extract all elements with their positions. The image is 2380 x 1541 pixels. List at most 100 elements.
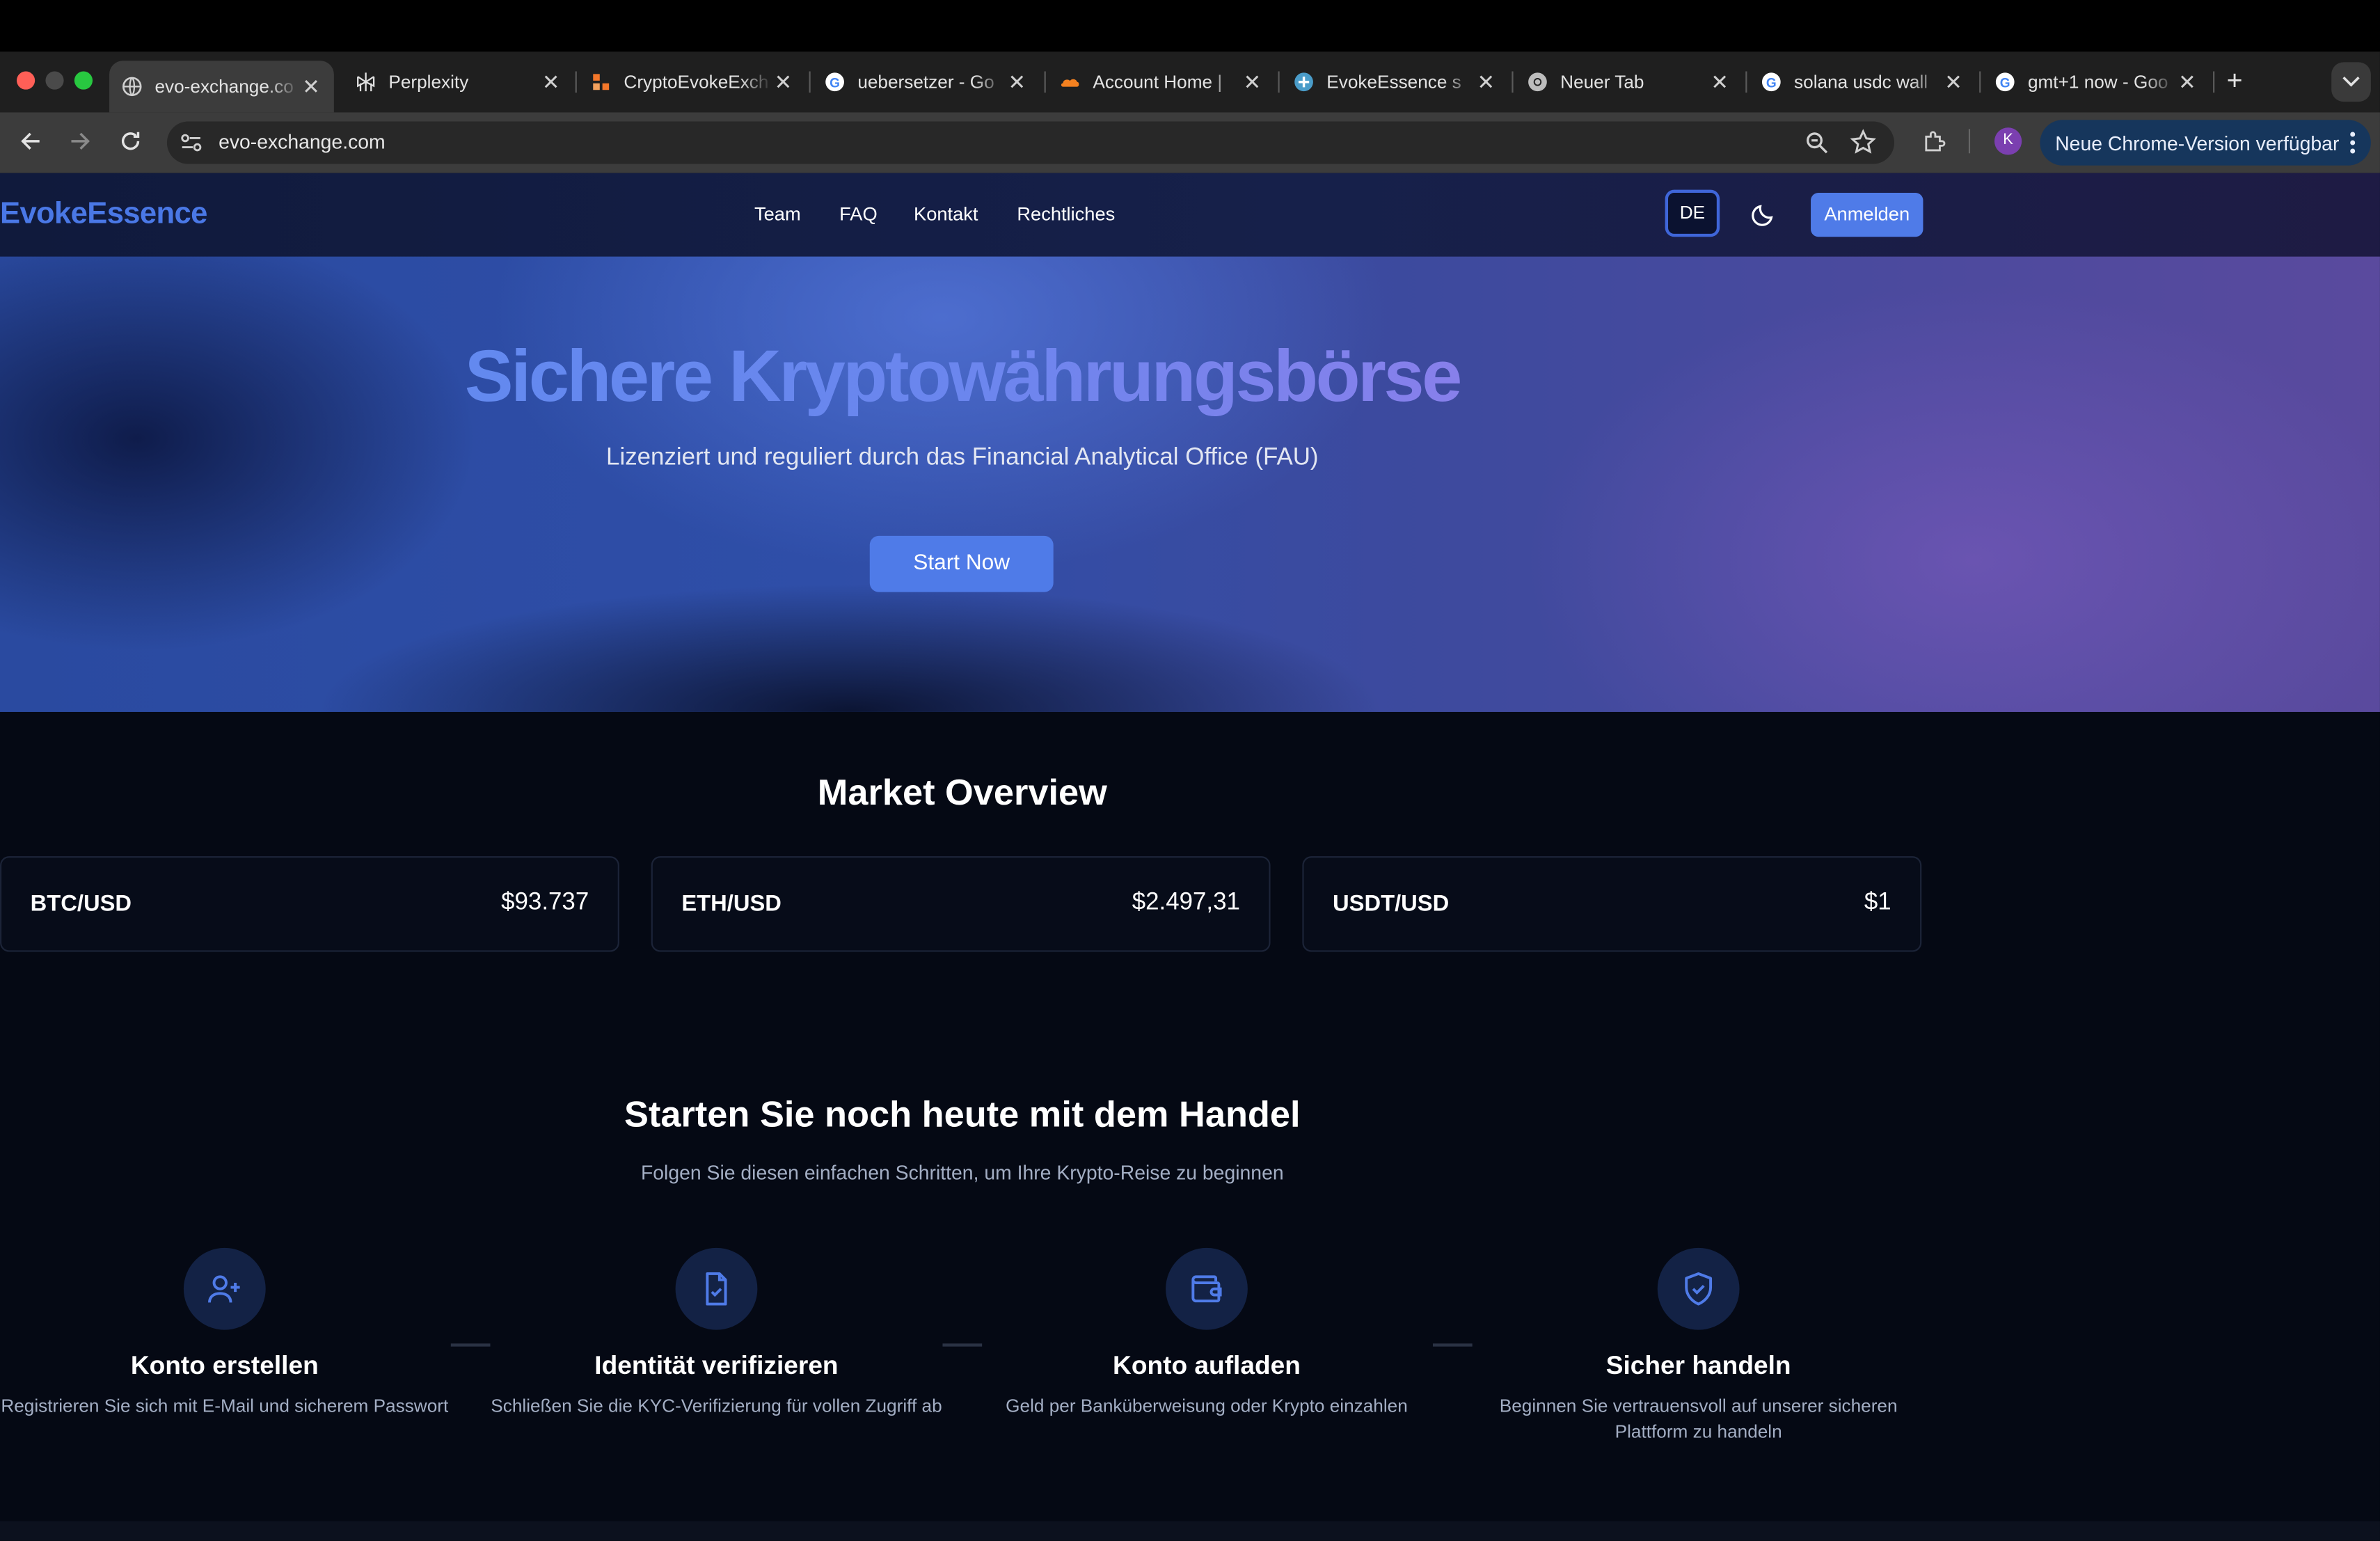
step-title: Konto aufladen bbox=[1113, 1351, 1301, 1380]
step-title: Sicher handeln bbox=[1605, 1351, 1791, 1380]
step-connector bbox=[450, 1343, 491, 1347]
close-tab-icon[interactable]: ✕ bbox=[301, 74, 322, 100]
close-tab-icon[interactable]: ✕ bbox=[1709, 69, 1731, 95]
hero-title: Sichere Kryptowährungsbörse bbox=[0, 335, 1925, 419]
nav-link-team[interactable]: Team bbox=[754, 203, 801, 225]
pair-price: $1 bbox=[1864, 890, 1891, 916]
nav-link-rechtliches[interactable]: Rechtliches bbox=[1017, 203, 1115, 225]
web-page: EvokeEssence Team FAQ Kontakt Rechtliche… bbox=[0, 173, 2380, 1541]
tab-perplexity[interactable]: Perplexity ✕ bbox=[355, 62, 562, 102]
step-description: Beginnen Sie vertrauensvoll auf unserer … bbox=[1499, 1395, 1898, 1441]
site-info-icon[interactable] bbox=[179, 131, 203, 163]
tab-title: Neuer Tab bbox=[1560, 71, 1644, 93]
close-window-button[interactable] bbox=[16, 71, 35, 90]
profile-avatar[interactable]: K bbox=[1994, 127, 2022, 155]
close-tab-icon[interactable]: ✕ bbox=[1475, 69, 1497, 95]
market-card-btc[interactable]: BTC/USD $93.737 bbox=[0, 856, 619, 952]
step-description: Geld per Banküberweisung oder Krypto ein… bbox=[1006, 1395, 1408, 1416]
tab-title: uebersetzer - Go bbox=[857, 71, 994, 93]
step-connector bbox=[1432, 1343, 1473, 1347]
tab-cryptoevoke[interactable]: CryptoEvokeExch ✕ bbox=[590, 62, 793, 102]
tab-gmt[interactable]: G gmt+1 now - Goo ✕ bbox=[1994, 62, 2198, 102]
back-button[interactable] bbox=[18, 129, 42, 159]
zoom-icon[interactable] bbox=[1804, 131, 1829, 163]
pair-price: $2.497,31 bbox=[1132, 890, 1240, 916]
shield-check-icon bbox=[1657, 1247, 1740, 1330]
svg-text:G: G bbox=[1766, 76, 1777, 90]
pair-price: $93.737 bbox=[501, 890, 589, 916]
moon-icon bbox=[1750, 205, 1777, 234]
close-tab-icon[interactable]: ✕ bbox=[540, 69, 562, 95]
tab-evo-exchange[interactable]: evo-exchange.co ✕ bbox=[109, 61, 334, 113]
svg-text:G: G bbox=[2000, 76, 2010, 90]
close-tab-icon[interactable]: ✕ bbox=[2177, 69, 2198, 95]
close-tab-icon[interactable]: ✕ bbox=[1006, 69, 1028, 95]
tab-evokeessence[interactable]: EvokeEssence s ✕ bbox=[1293, 62, 1496, 102]
user-plus-icon bbox=[183, 1247, 266, 1330]
tab-title: EvokeEssence s bbox=[1326, 71, 1461, 93]
hero-section: Sichere Kryptowährungsbörse Lizenziert u… bbox=[0, 256, 2380, 712]
nav-link-faq[interactable]: FAQ bbox=[839, 203, 878, 225]
forward-button[interactable] bbox=[68, 129, 93, 159]
chrome-icon bbox=[1527, 72, 1548, 93]
tab-account-home[interactable]: Account Home | ✕ bbox=[1059, 62, 1262, 102]
pair-label: USDT/USD bbox=[1333, 891, 1450, 917]
extensions-icon[interactable] bbox=[1921, 129, 1946, 161]
google-icon: G bbox=[1761, 72, 1782, 93]
file-check-icon bbox=[675, 1247, 758, 1330]
chrome-update-button[interactable]: Neue Chrome-Version verfügbar bbox=[2040, 120, 2371, 166]
footer-edge bbox=[0, 1521, 2380, 1541]
site-logo[interactable]: EvokeEssence bbox=[0, 198, 207, 232]
close-tab-icon[interactable]: ✕ bbox=[1241, 69, 1263, 95]
app-icon bbox=[590, 72, 612, 93]
wallet-icon bbox=[1166, 1247, 1248, 1330]
nav-link-kontakt[interactable]: Kontakt bbox=[914, 203, 978, 225]
tab-title: CryptoEvokeExch bbox=[624, 71, 769, 93]
tab-search-button[interactable] bbox=[2331, 62, 2371, 102]
reload-icon bbox=[118, 132, 143, 159]
theme-toggle-button[interactable] bbox=[1750, 200, 1777, 235]
hero-subtitle: Lizenziert und reguliert durch das Finan… bbox=[606, 445, 1319, 471]
arrow-left-icon bbox=[18, 132, 42, 159]
market-card-eth[interactable]: ETH/USD $2.497,31 bbox=[651, 856, 1271, 952]
google-icon: G bbox=[1994, 72, 2016, 93]
chevron-down-icon bbox=[2342, 68, 2360, 95]
perplexity-icon bbox=[355, 72, 376, 93]
bookmark-star-icon[interactable] bbox=[1850, 129, 1877, 162]
tab-title: solana usdc wall bbox=[1794, 71, 1928, 93]
tab-title: gmt+1 now - Goo bbox=[2027, 71, 2168, 93]
more-vertical-icon[interactable] bbox=[2349, 131, 2356, 159]
tab-title: Account Home | bbox=[1093, 71, 1223, 93]
market-overview-heading: Market Overview bbox=[817, 773, 1107, 814]
pair-label: BTC/USD bbox=[30, 891, 132, 917]
tab-uebersetzer[interactable]: G uebersetzer - Go ✕ bbox=[824, 62, 1027, 102]
reload-button[interactable] bbox=[118, 129, 143, 159]
update-label: Neue Chrome-Version verfügbar bbox=[2055, 131, 2340, 155]
minimize-window-button[interactable] bbox=[45, 71, 64, 90]
login-button[interactable]: Anmelden bbox=[1811, 192, 1923, 237]
site-header: EvokeEssence Team FAQ Kontakt Rechtliche… bbox=[0, 173, 2380, 257]
language-selector[interactable]: DE bbox=[1665, 189, 1720, 237]
address-bar[interactable]: evo-exchange.com bbox=[166, 121, 1895, 164]
close-tab-icon[interactable]: ✕ bbox=[772, 69, 794, 95]
cloud-icon bbox=[1059, 72, 1081, 93]
globe-icon bbox=[121, 76, 143, 97]
tab-neuer-tab[interactable]: Neuer Tab ✕ bbox=[1527, 62, 1730, 102]
start-now-button[interactable]: Start Now bbox=[869, 535, 1054, 592]
step-title: Identität verifizieren bbox=[594, 1351, 839, 1380]
svg-text:G: G bbox=[830, 76, 840, 90]
new-tab-button[interactable]: + bbox=[2227, 67, 2243, 94]
close-tab-icon[interactable]: ✕ bbox=[1943, 69, 1965, 95]
arrow-right-icon bbox=[68, 132, 93, 159]
step-description: Schließen Sie die KYC-Verifizierung für … bbox=[491, 1395, 942, 1416]
plus-circle-icon bbox=[1293, 72, 1315, 93]
url-text[interactable]: evo-exchange.com bbox=[219, 131, 386, 154]
maximize-window-button[interactable] bbox=[74, 71, 93, 90]
tab-title: evo-exchange.co bbox=[154, 76, 294, 97]
market-card-usdt[interactable]: USDT/USD $1 bbox=[1302, 856, 1922, 952]
pair-label: ETH/USD bbox=[681, 891, 782, 917]
step-connector bbox=[942, 1343, 983, 1347]
steps-heading: Starten Sie noch heute mit dem Handel bbox=[624, 1094, 1301, 1136]
steps-subheading: Folgen Sie diesen einfachen Schritten, u… bbox=[640, 1161, 1284, 1185]
tab-solana[interactable]: G solana usdc wall ✕ bbox=[1761, 62, 1964, 102]
